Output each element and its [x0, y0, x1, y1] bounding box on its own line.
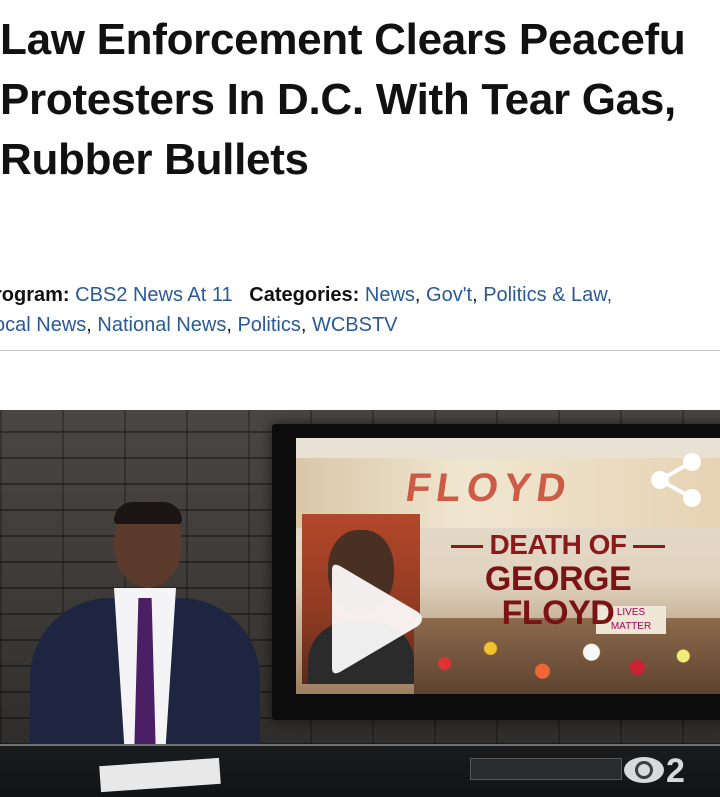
share-button[interactable]	[646, 450, 706, 510]
meta-line-2: ocal News, National News, Politics, WCBS…	[0, 310, 720, 340]
program-label: rogram:	[0, 284, 70, 306]
mural-text: FLOYD	[402, 466, 575, 510]
video-player[interactable]: FLOYD LIVES MATTER DEATH OF GEORGE FLOYD	[0, 410, 720, 797]
article-meta: rogram: CBS2 News At 11 Categories: News…	[0, 280, 720, 340]
play-button[interactable]	[318, 560, 428, 678]
play-icon	[332, 564, 422, 674]
graphic-title-line-1: DEATH OF	[430, 528, 686, 562]
program-link[interactable]: CBS2 News At 11	[75, 284, 232, 306]
category-link-politics-law[interactable]: Politics & Law,	[483, 284, 612, 306]
channel-number: 2	[666, 752, 685, 790]
desk-keyboard	[470, 758, 622, 780]
category-link-local-news[interactable]: ocal News	[0, 314, 86, 336]
category-link-politics[interactable]: Politics	[237, 314, 300, 336]
meta-line-1: rogram: CBS2 News At 11 Categories: News…	[0, 280, 720, 310]
headline-line-1: Law Enforcement Clears Peacefu	[0, 15, 686, 64]
headline-line-2: Protesters In D.C. With Tear Gas,	[0, 75, 676, 124]
category-link-govt[interactable]: Gov't	[426, 284, 472, 306]
article-headline: Law Enforcement Clears Peacefu Protester…	[0, 10, 720, 190]
divider	[0, 350, 720, 351]
category-link-news[interactable]: News	[365, 284, 415, 306]
anchor-hair	[114, 502, 182, 524]
cbs-eye-logo-icon: 2	[622, 746, 692, 794]
category-link-national-news[interactable]: National News	[97, 314, 226, 336]
graphic-title: DEATH OF GEORGE FLOYD	[430, 528, 686, 630]
share-icon	[651, 453, 701, 507]
category-link-wcbstv[interactable]: WCBSTV	[312, 314, 398, 336]
categories-label: Categories:	[249, 284, 360, 306]
headline-line-3: Rubber Bullets	[0, 135, 309, 184]
graphic-title-line-2: GEORGE FLOYD	[484, 560, 632, 632]
